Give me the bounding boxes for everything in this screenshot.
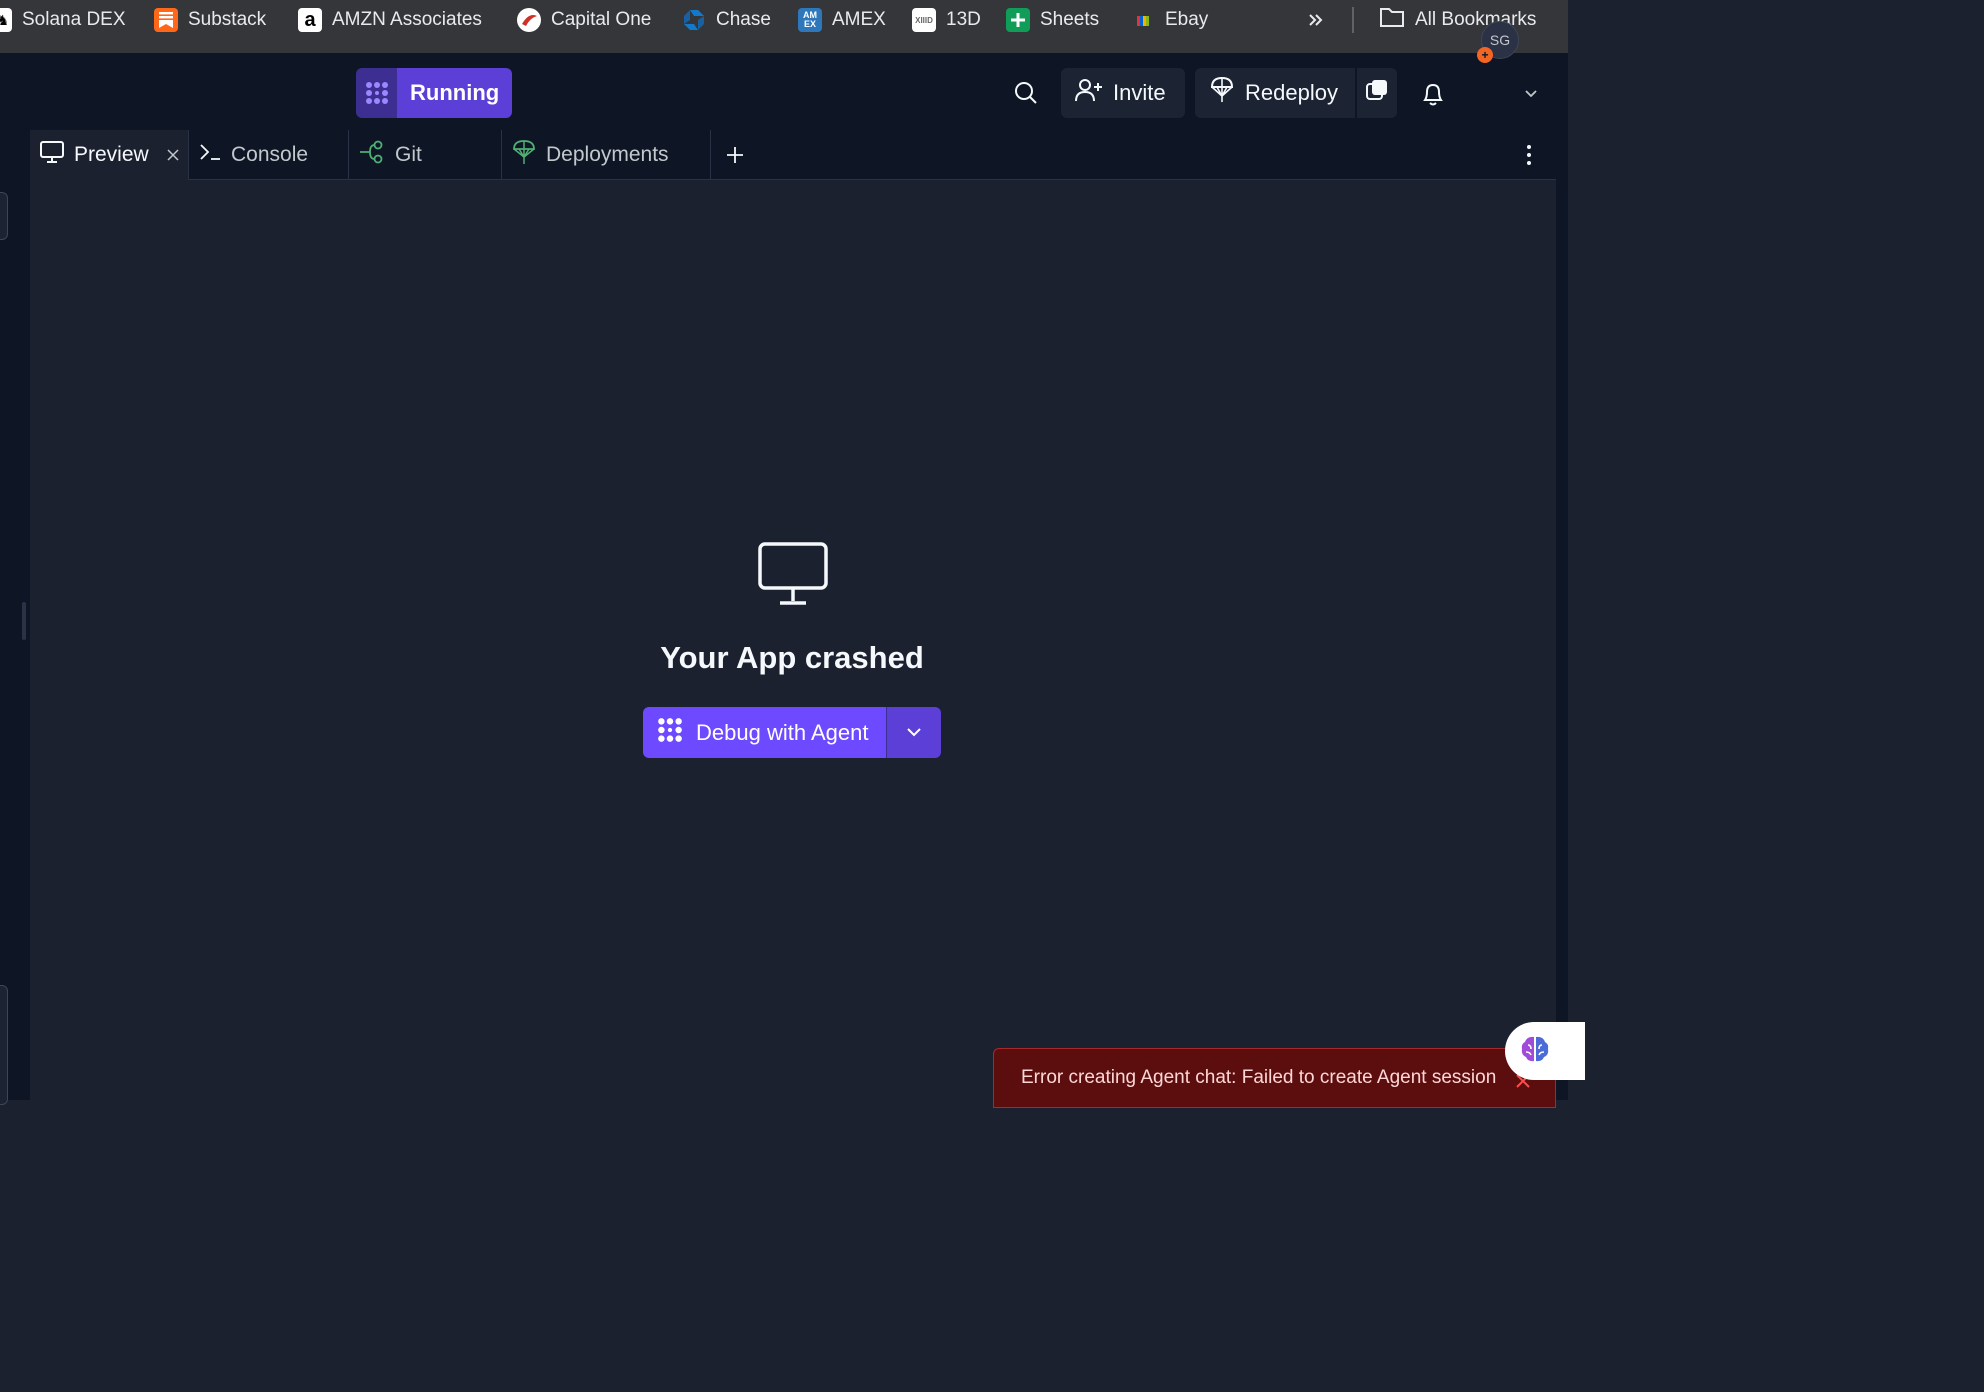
monitor-icon [40,141,64,169]
amex-icon: AM EX [798,8,822,32]
more-options-icon[interactable] [1520,143,1538,167]
bookmarks-bar: ♞ Solana DEX Substack a AMZN Associates … [0,0,1568,40]
git-icon [359,140,385,170]
avatar-badge-icon: + [1477,47,1493,63]
agent-logo-icon [356,68,397,118]
redeploy-label: Redeploy [1245,80,1338,105]
13d-icon: XIIID [912,8,936,32]
error-toast: Error creating Agent chat: Failed to cre… [993,1048,1556,1108]
run-status-button[interactable]: Running [356,68,513,118]
add-user-icon [1075,77,1103,109]
search-icon[interactable] [1013,80,1039,106]
invite-label: Invite [1113,80,1166,105]
deploy-icon [1209,76,1235,110]
bookmarks-divider [1352,7,1354,33]
tab-git-label: Git [395,143,422,166]
bookmark-capital-one[interactable]: Capital One [517,0,651,40]
ai-assistant-button[interactable] [1505,1022,1585,1080]
tab-deployments-label: Deployments [546,143,669,166]
close-icon[interactable] [167,143,179,167]
substack-icon [154,8,178,32]
debug-with-agent-group: Debug with Agent [643,707,941,758]
tab-preview[interactable]: Preview [30,130,189,180]
folder-icon [1379,6,1405,34]
browser-divider [0,40,1568,54]
horse-icon: ♞ [0,8,12,32]
bookmark-sheets[interactable]: Sheets [1006,0,1099,40]
tab-git[interactable]: Git [349,130,502,180]
left-panel-tab[interactable] [0,192,8,240]
run-status-label: Running [397,68,513,118]
pane-tab-bar: Preview Console Git Deployments [30,130,1556,180]
chevron-down-icon [906,724,922,742]
windows-icon [1365,78,1389,108]
bell-icon[interactable] [1420,80,1446,108]
deploy-status-button[interactable] [1357,68,1397,118]
agent-logo-icon [656,716,684,750]
invite-button[interactable]: Invite [1061,68,1185,118]
chase-icon [682,8,706,32]
chevron-down-icon[interactable] [1524,87,1538,101]
deployments-icon [512,139,536,171]
ebay-icon [1131,8,1155,32]
right-rail [1556,130,1568,1100]
brain-icon [1519,1033,1551,1070]
tab-console[interactable]: Console [189,130,349,180]
bookmark-amex[interactable]: AM EX AMEX [798,0,886,40]
error-toast-message: Error creating Agent chat: Failed to cre… [1021,1067,1497,1088]
capital-one-icon [517,8,541,32]
bookmark-13d[interactable]: XIIID 13D [912,0,981,40]
debug-options-dropdown[interactable] [886,707,941,758]
tab-console-label: Console [231,143,309,166]
bookmark-chase[interactable]: Chase [682,0,771,40]
bookmark-amzn-associates[interactable]: a AMZN Associates [298,0,482,40]
crash-title: Your App crashed [660,640,924,675]
more-bookmarks-chevron-icon[interactable] [1306,0,1326,40]
app-header: Running Invite Redeploy [0,53,1568,130]
bookmark-ebay[interactable]: Ebay [1131,0,1208,40]
sheets-icon [1006,8,1030,32]
add-tab-icon[interactable] [725,145,745,165]
bookmark-solana-dex[interactable]: ♞ Solana DEX [0,0,126,40]
resize-handle[interactable] [22,602,26,640]
tab-deployments[interactable]: Deployments [502,130,711,180]
redeploy-button[interactable]: Redeploy [1195,68,1355,118]
debug-with-agent-button[interactable]: Debug with Agent [643,707,886,758]
amazon-icon: a [298,8,322,32]
left-panel-tab-bottom[interactable] [0,985,8,1105]
tab-preview-label: Preview [74,143,149,166]
terminal-icon [199,142,221,168]
debug-with-agent-label: Debug with Agent [696,719,869,745]
bookmark-substack[interactable]: Substack [154,0,266,40]
monitor-icon [758,542,828,611]
